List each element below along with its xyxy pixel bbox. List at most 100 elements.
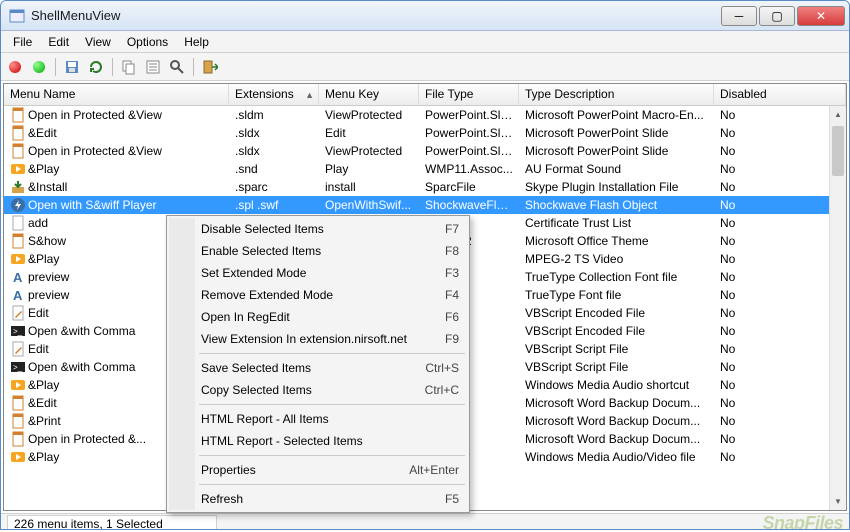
vertical-scrollbar[interactable]: ▲ ▼ [829,106,846,510]
scroll-down-icon[interactable]: ▼ [830,493,846,510]
cell-disabled: No [714,395,846,411]
cell-menu-key: ViewProtected [319,143,419,159]
table-row[interactable]: &Install.sparcinstallSparcFileSkype Plug… [4,178,846,196]
cell-type-description: Certificate Trust List [519,215,714,231]
menu-help[interactable]: Help [176,33,217,51]
row-icon [10,143,26,159]
find-icon[interactable] [167,57,187,77]
properties-icon[interactable] [143,57,163,77]
cell-type-description: VBScript Encoded File [519,305,714,321]
menu-edit[interactable]: Edit [40,33,77,51]
cell-menu-name: Edit [28,306,49,320]
cell-extensions: .sldm [229,107,319,123]
context-menu-shortcut: F3 [445,266,459,280]
cell-type-description: Microsoft Word Backup Docum... [519,413,714,429]
statusbar: 226 menu items, 1 Selected SnapFiles [1,513,849,530]
maximize-button[interactable]: ▢ [759,6,795,26]
col-disabled[interactable]: Disabled [714,84,846,105]
context-menu-item[interactable]: View Extension In extension.nirsoft.netF… [169,328,467,350]
cell-menu-name: Open &with Comma [28,324,135,338]
context-menu-item[interactable]: Open In RegEditF6 [169,306,467,328]
col-menu-name[interactable]: Menu Name [4,84,229,105]
table-row[interactable]: &Edit.sldxEditPowerPoint.Sli...Microsoft… [4,124,846,142]
svg-text:>_: >_ [13,327,23,336]
close-button[interactable]: ✕ [797,6,845,26]
svg-text:>_: >_ [13,363,23,372]
svg-text:A: A [13,270,23,285]
cell-file-type: SparcFile [419,179,519,195]
table-row[interactable]: &Play.sndPlayWMP11.Assoc...AU Format Sou… [4,160,846,178]
exit-icon[interactable] [200,57,220,77]
cell-type-description: VBScript Script File [519,341,714,357]
cell-disabled: No [714,179,846,195]
context-menu-shortcut: F5 [445,492,459,506]
save-icon[interactable] [62,57,82,77]
cell-type-description: Microsoft PowerPoint Slide [519,125,714,141]
table-row[interactable]: Open in Protected &View.sldmViewProtecte… [4,106,846,124]
list-header: Menu Name Extensions▲ Menu Key File Type… [4,84,846,106]
menu-file[interactable]: File [5,33,40,51]
cell-file-type: PowerPoint.Sli... [419,125,519,141]
row-icon [10,125,26,141]
context-menu-item[interactable]: Disable Selected ItemsF7 [169,218,467,240]
minimize-button[interactable]: ─ [721,6,757,26]
context-menu-item[interactable]: Enable Selected ItemsF8 [169,240,467,262]
context-menu-shortcut: Ctrl+C [425,383,459,397]
table-row[interactable]: Open with S&wiff Player.spl .swfOpenWith… [4,196,846,214]
context-menu-label: View Extension In extension.nirsoft.net [201,332,445,346]
context-menu-separator [199,484,465,485]
context-menu-item[interactable]: Remove Extended ModeF4 [169,284,467,306]
context-menu-label: Refresh [201,492,445,506]
context-menu-item[interactable]: RefreshF5 [169,488,467,510]
col-type-description[interactable]: Type Description [519,84,714,105]
copy-icon[interactable] [119,57,139,77]
context-menu-shortcut: F8 [445,244,459,258]
context-menu-label: Set Extended Mode [201,266,445,280]
row-icon [10,341,26,357]
cell-menu-key: install [319,179,419,195]
context-menu-label: HTML Report - Selected Items [201,434,459,448]
app-icon [9,8,25,24]
context-menu-shortcut: F4 [445,288,459,302]
cell-menu-name: &Play [28,450,59,464]
scroll-thumb[interactable] [832,126,844,176]
context-menu-shortcut: Ctrl+S [425,361,459,375]
row-icon [10,107,26,123]
cell-disabled: No [714,143,846,159]
context-menu-item[interactable]: Copy Selected ItemsCtrl+C [169,379,467,401]
context-menu-label: Save Selected Items [201,361,425,375]
sort-indicator-icon: ▲ [305,90,314,100]
cell-menu-name: &Install [28,180,67,194]
col-extensions[interactable]: Extensions▲ [229,84,319,105]
context-menu-item[interactable]: Save Selected ItemsCtrl+S [169,357,467,379]
menu-view[interactable]: View [77,33,119,51]
row-icon [10,197,26,213]
titlebar[interactable]: ShellMenuView ─ ▢ ✕ [1,1,849,31]
cell-type-description: TrueType Font file [519,287,714,303]
enable-icon[interactable] [29,57,49,77]
context-menu-item[interactable]: HTML Report - Selected Items [169,430,467,452]
disable-icon[interactable] [5,57,25,77]
cell-type-description: Skype Plugin Installation File [519,179,714,195]
cell-menu-key: Edit [319,125,419,141]
cell-menu-key: ViewProtected [319,107,419,123]
col-menu-key[interactable]: Menu Key [319,84,419,105]
refresh-icon[interactable] [86,57,106,77]
context-menu-item[interactable]: PropertiesAlt+Enter [169,459,467,481]
context-menu-shortcut: F6 [445,310,459,324]
context-menu-item[interactable]: HTML Report - All Items [169,408,467,430]
cell-menu-name: &Play [28,252,59,266]
cell-menu-name: Open in Protected &View [28,144,162,158]
context-menu-separator [199,455,465,456]
scroll-up-icon[interactable]: ▲ [830,106,846,123]
row-icon [10,233,26,249]
menu-options[interactable]: Options [119,33,176,51]
window-buttons: ─ ▢ ✕ [721,6,845,26]
row-icon [10,215,26,231]
cell-menu-key: OpenWithSwif... [319,197,419,213]
cell-type-description: TrueType Collection Font file [519,269,714,285]
context-menu-item[interactable]: Set Extended ModeF3 [169,262,467,284]
col-file-type[interactable]: File Type [419,84,519,105]
table-row[interactable]: Open in Protected &View.sldxViewProtecte… [4,142,846,160]
cell-disabled: No [714,215,846,231]
